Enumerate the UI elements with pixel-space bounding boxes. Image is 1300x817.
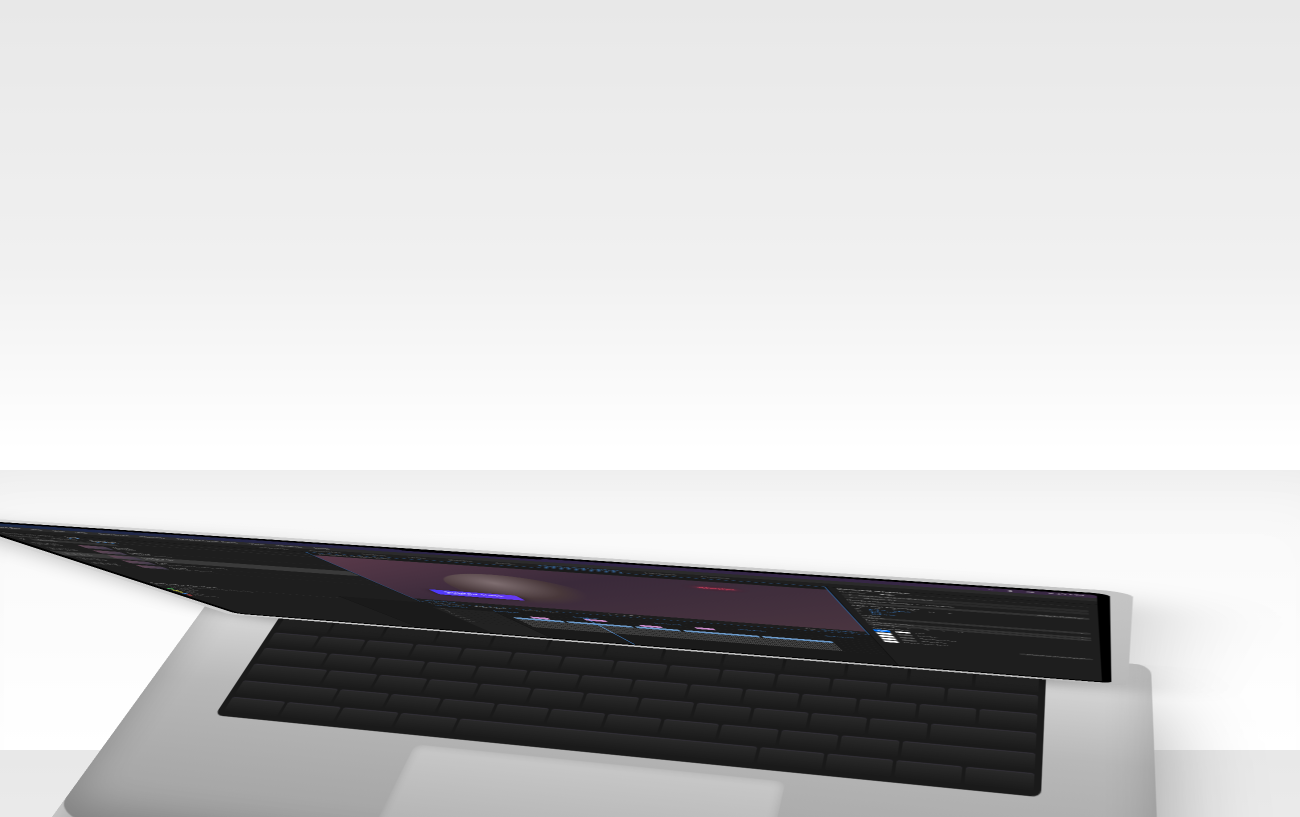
clip-tc-out: 00:05:16:03 [94,563,137,567]
mark-out-icon[interactable]: } [615,614,619,615]
mark-in-icon[interactable]: { [608,614,612,615]
neon-sign-decor: Always [695,586,737,591]
chevron-down-icon: ⌄ [1078,632,1085,634]
eg-mask-checkbox[interactable] [882,640,899,643]
shape-layer-icon: ▭ [849,597,857,599]
step-fwd-icon[interactable]: ▸ [638,616,643,617]
laptop: ⌔ ▮ ⌘ 6:15 PM Premiere Pro File Edit Cli… [230,74,1128,686]
clip-role: College student [172,569,215,573]
step-back-icon[interactable]: ◂ [621,615,626,616]
